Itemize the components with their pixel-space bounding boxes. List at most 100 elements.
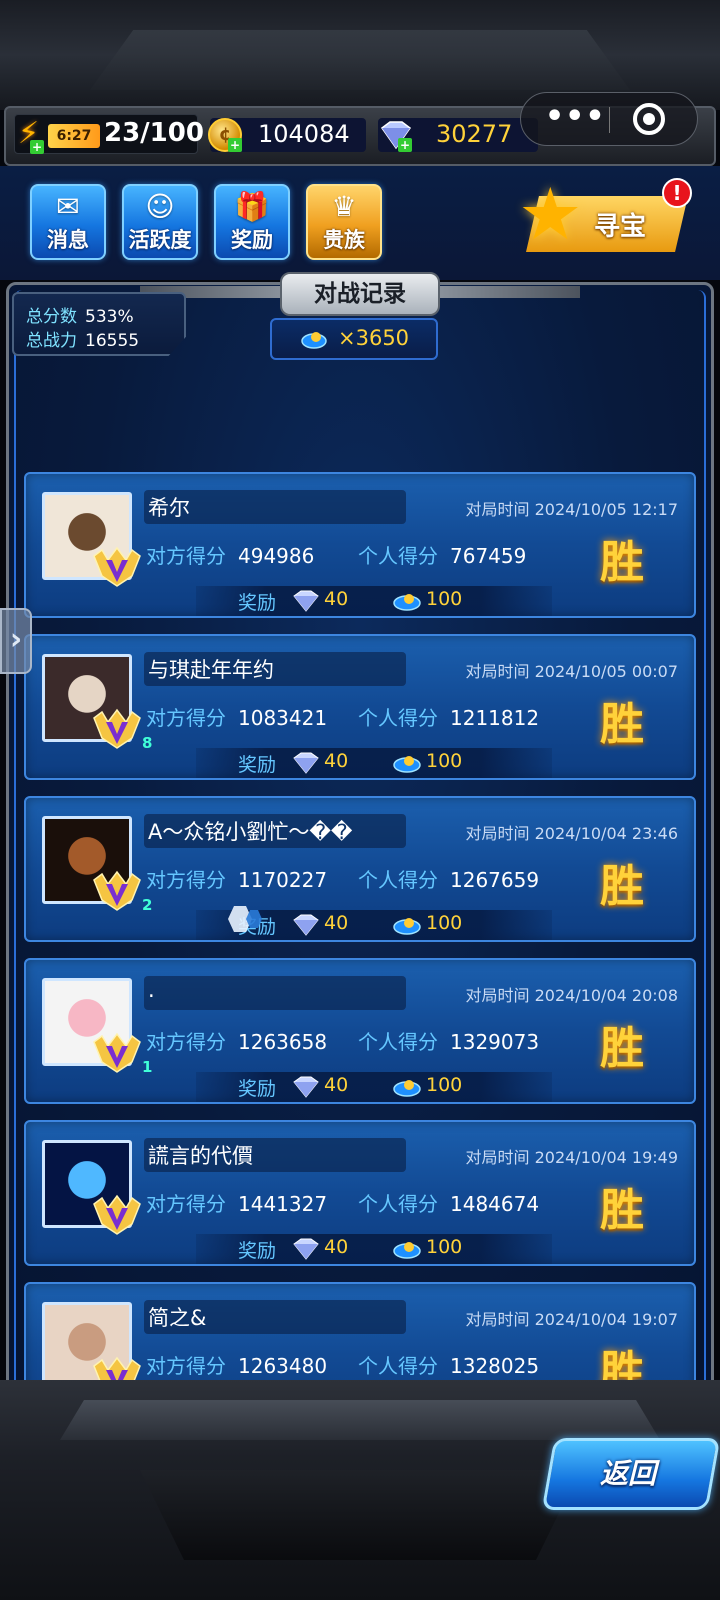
battle-record-card[interactable]: 8 与琪赴年年约 对局时间 2024/10/05 00:07 对方得分 10834… xyxy=(24,634,696,780)
points-icon xyxy=(393,756,421,773)
opponent-name: 希尔 xyxy=(148,496,190,520)
opponent-name: . xyxy=(148,978,155,1002)
match-time-label: 对局时间 xyxy=(465,1310,530,1329)
match-time: 对局时间 2024/10/04 20:08 xyxy=(465,982,678,1006)
reward-diamonds: 40 xyxy=(324,588,349,610)
reward-points: 100 xyxy=(426,750,463,772)
opponent-score-value: 1263480 xyxy=(238,1354,328,1378)
reward-diamonds: 40 xyxy=(324,912,349,934)
my-score-value: 767459 xyxy=(450,544,527,568)
opponent-score-label: 对方得分 xyxy=(146,1354,226,1378)
side-expand-arrow-icon[interactable]: › xyxy=(0,608,32,674)
match-time: 对局时间 2024/10/04 19:49 xyxy=(465,1144,678,1168)
my-score: 个人得分 1329073 xyxy=(358,1026,539,1055)
opponent-score-value: 1170227 xyxy=(238,868,328,892)
result-win: 胜 xyxy=(600,861,644,912)
match-time-value: 2024/10/05 00:07 xyxy=(534,662,678,681)
reward-label: 奖励 xyxy=(238,1078,277,1100)
my-score-label: 个人得分 xyxy=(358,1192,438,1216)
opponent-name: 謊言的代價 xyxy=(148,1144,253,1168)
result-win: 胜 xyxy=(600,699,644,750)
points-icon xyxy=(393,918,421,935)
match-time-label: 对局时间 xyxy=(465,986,530,1005)
opponent-score: 对方得分 1263480 xyxy=(146,1350,327,1379)
vip-level: 2 xyxy=(142,896,153,914)
my-score-label: 个人得分 xyxy=(358,544,438,568)
battle-record-card[interactable]: 謊言的代價 对局时间 2024/10/04 19:49 对方得分 1441327 … xyxy=(24,1120,696,1266)
my-score-label: 个人得分 xyxy=(358,868,438,892)
match-time-label: 对局时间 xyxy=(465,662,530,681)
match-time: 对局时间 2024/10/05 00:07 xyxy=(465,658,678,682)
match-time-value: 2024/10/05 12:17 xyxy=(534,500,678,519)
reward-label: 奖励 xyxy=(238,754,277,776)
my-score: 个人得分 1484674 xyxy=(358,1188,539,1217)
opponent-score: 对方得分 1170227 xyxy=(146,864,327,893)
opponent-score-label: 对方得分 xyxy=(146,868,226,892)
diamond-icon xyxy=(293,1238,319,1260)
result-win: 胜 xyxy=(600,1185,644,1236)
opponent-score-label: 对方得分 xyxy=(146,1030,226,1054)
opponent-score-label: 对方得分 xyxy=(146,544,226,568)
match-time: 对局时间 2024/10/04 23:46 xyxy=(465,820,678,844)
name-bar xyxy=(144,976,406,1010)
opponent-score: 对方得分 494986 xyxy=(146,540,314,569)
opponent-score: 对方得分 1083421 xyxy=(146,702,327,731)
battle-record-card[interactable]: 希尔 对局时间 2024/10/05 12:17 对方得分 494986 个人得分… xyxy=(24,472,696,618)
vip-level: 1 xyxy=(142,1058,153,1076)
result-win: 胜 xyxy=(600,1023,644,1074)
opponent-score: 对方得分 1263658 xyxy=(146,1026,327,1055)
my-score-label: 个人得分 xyxy=(358,1354,438,1378)
match-time: 对局时间 2024/10/04 19:07 xyxy=(465,1306,678,1330)
back-label: 返回 xyxy=(600,1457,657,1490)
result-win: 胜 xyxy=(600,537,644,588)
vip-badge-icon xyxy=(93,1032,141,1073)
match-time-value: 2024/10/04 23:46 xyxy=(534,824,678,843)
points-icon xyxy=(393,594,421,611)
my-score-value: 1328025 xyxy=(450,1354,540,1378)
reward-diamonds: 40 xyxy=(324,750,349,772)
my-score: 个人得分 1328025 xyxy=(358,1350,539,1379)
diamond-icon xyxy=(293,914,319,936)
opponent-score-value: 1263658 xyxy=(238,1030,328,1054)
reward-points: 100 xyxy=(426,1236,463,1258)
diamond-icon xyxy=(293,752,319,774)
opponent-name: A～众铭小劉忙～�� xyxy=(148,820,353,844)
my-score-value: 1267659 xyxy=(450,868,540,892)
my-score-value: 1329073 xyxy=(450,1030,540,1054)
diamond-icon xyxy=(293,590,319,612)
my-score-label: 个人得分 xyxy=(358,706,438,730)
points-icon xyxy=(393,1080,421,1097)
vip-badge-icon xyxy=(93,1194,141,1235)
hexagon-decoration-icon xyxy=(228,906,262,932)
my-score-value: 1484674 xyxy=(450,1192,540,1216)
vip-badge-icon xyxy=(93,546,141,587)
match-time-value: 2024/10/04 19:07 xyxy=(534,1310,678,1329)
reward-points: 100 xyxy=(426,1074,463,1096)
vip-badge-icon xyxy=(93,708,141,749)
match-time-label: 对局时间 xyxy=(465,824,530,843)
opponent-score-value: 494986 xyxy=(238,544,315,568)
record-list[interactable]: 希尔 对局时间 2024/10/05 12:17 对方得分 494986 个人得分… xyxy=(0,0,720,1400)
opponent-score-value: 1083421 xyxy=(238,706,328,730)
my-score-value: 1211812 xyxy=(450,706,540,730)
opponent-name: 简之& xyxy=(148,1306,207,1330)
opponent-name: 与琪赴年年约 xyxy=(148,658,274,682)
diamond-icon xyxy=(293,1076,319,1098)
reward-points: 100 xyxy=(426,912,463,934)
reward-label: 奖励 xyxy=(238,592,277,614)
reward-diamonds: 40 xyxy=(324,1236,349,1258)
my-score: 个人得分 1211812 xyxy=(358,702,539,731)
opponent-score-label: 对方得分 xyxy=(146,1192,226,1216)
opponent-score-value: 1441327 xyxy=(238,1192,328,1216)
points-icon xyxy=(393,1242,421,1259)
match-time-label: 对局时间 xyxy=(465,500,530,519)
reward-points: 100 xyxy=(426,588,463,610)
vip-level: 8 xyxy=(142,734,153,752)
match-time-value: 2024/10/04 20:08 xyxy=(534,986,678,1005)
battle-record-card[interactable]: 1 . 对局时间 2024/10/04 20:08 对方得分 1263658 个人… xyxy=(24,958,696,1104)
reward-label: 奖励 xyxy=(238,1240,277,1262)
my-score: 个人得分 1267659 xyxy=(358,864,539,893)
opponent-score: 对方得分 1441327 xyxy=(146,1188,327,1217)
battle-record-card[interactable]: 2 A～众铭小劉忙～�� 对局时间 2024/10/04 23:46 对方得分 1… xyxy=(24,796,696,942)
my-score-label: 个人得分 xyxy=(358,1030,438,1054)
